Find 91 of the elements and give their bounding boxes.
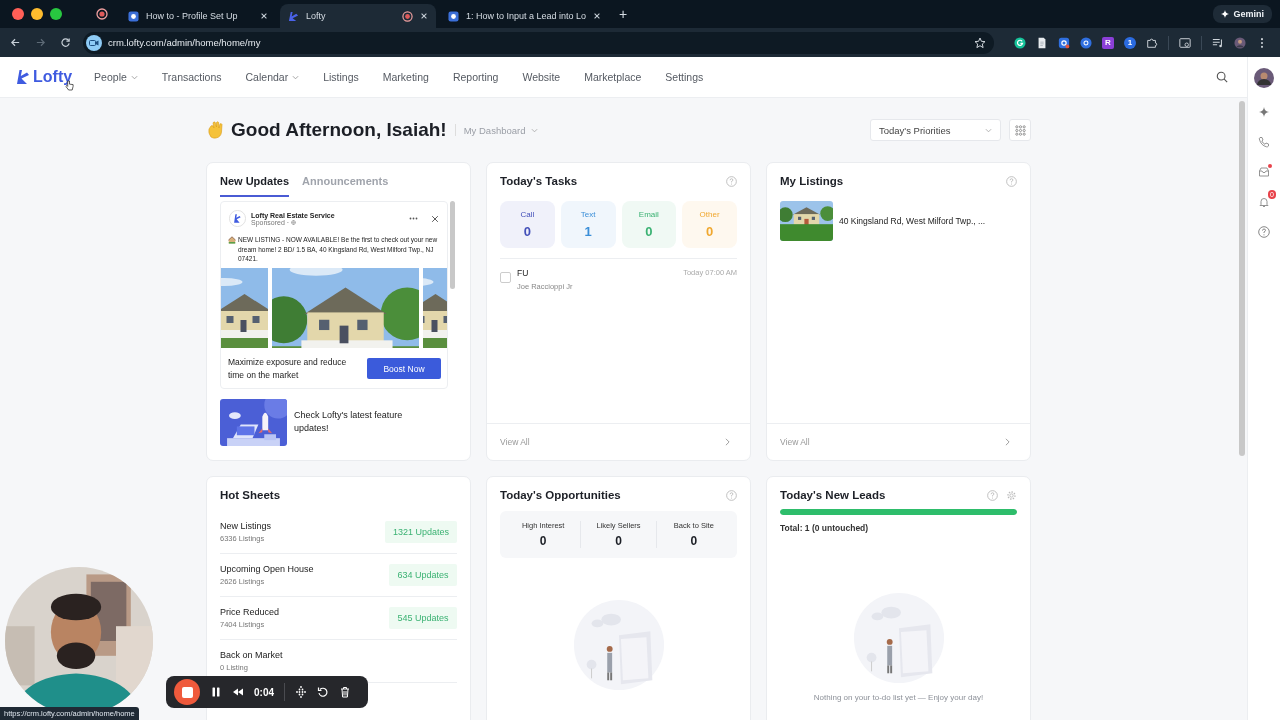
hot-sheet-name[interactable]: Upcoming Open House	[220, 564, 314, 574]
back-icon[interactable]	[10, 37, 21, 48]
card-title: Hot Sheets	[220, 489, 281, 501]
stat-value[interactable]: 0	[615, 534, 622, 548]
empty-state-text: Nothing on your to-do list yet — Enjoy your day!	[812, 693, 985, 702]
nav-menu-item[interactable]: Marketplace	[584, 71, 642, 83]
scrollbar-thumb[interactable]	[1239, 101, 1245, 456]
close-icon[interactable]	[431, 214, 439, 223]
zoom-window-button[interactable]	[50, 8, 62, 20]
user-avatar-icon[interactable]	[1254, 68, 1274, 88]
close-icon[interactable]	[593, 12, 602, 20]
updates-tab[interactable]: New Updates	[220, 173, 290, 197]
recording-time: 0:04	[254, 686, 274, 698]
dot-grid-icon	[1014, 124, 1026, 136]
ad-call-to-action-text: Maximize exposure and reduce time on the market	[228, 355, 348, 382]
greeting-heading: Good Afternoon, Isaiah!	[231, 119, 447, 141]
card-title: Today's Opportunities	[500, 489, 621, 501]
task-title: FU	[517, 268, 530, 278]
address-bar[interactable]: crm.lofty.com/admin/home/home/my	[83, 31, 994, 54]
bookmark-star-icon[interactable]	[974, 36, 986, 49]
trash-icon[interactable]	[339, 686, 351, 698]
extension-icon[interactable]: R	[1102, 36, 1114, 49]
grammar-extension-icon[interactable]	[1014, 36, 1026, 49]
stop-recording-button[interactable]	[174, 679, 200, 705]
scrollbar-thumb[interactable]	[450, 201, 455, 289]
lofty-logo-icon	[288, 10, 299, 22]
browser-tab[interactable]: 1: How to Input a Lead into Lo	[440, 4, 610, 28]
lofty-logo[interactable]: Lofty	[16, 68, 73, 86]
forward-icon[interactable]	[35, 37, 46, 48]
sparkle-icon[interactable]	[1258, 106, 1270, 118]
card-title: My Listings	[780, 175, 844, 187]
nav-menu-item[interactable]: Transactions	[161, 71, 222, 83]
reload-icon[interactable]	[60, 37, 71, 48]
sparkle-icon	[1221, 10, 1230, 18]
new-tab-button[interactable]: +	[613, 6, 634, 22]
close-window-button[interactable]	[12, 8, 24, 20]
feature-updates-text: Check Lofty's latest feature updates!	[294, 409, 404, 435]
browser-tab[interactable]: How to - Profile Set Up	[120, 4, 276, 28]
circle-extension-icon[interactable]	[1080, 36, 1092, 49]
page-logo-icon	[229, 210, 246, 227]
card-title: Today's New Leads	[780, 489, 886, 501]
chevron-down-icon	[531, 127, 539, 133]
site-icon	[448, 10, 459, 22]
bell-icon[interactable]	[1258, 196, 1270, 208]
chevron-down-icon	[985, 127, 992, 133]
phone-icon[interactable]	[1258, 136, 1270, 148]
tab-search-icon[interactable]	[1179, 36, 1191, 49]
gear-extension-icon[interactable]	[1058, 36, 1070, 49]
record-icon[interactable]	[96, 8, 108, 20]
gemini-button[interactable]: Gemini	[1213, 5, 1272, 23]
site-icon	[128, 10, 139, 22]
search-icon[interactable]	[1216, 71, 1228, 83]
profile-avatar-icon[interactable]	[1234, 36, 1246, 49]
waving-hand-icon	[206, 120, 226, 140]
document-extension-icon[interactable]	[1036, 36, 1048, 49]
globe-icon	[291, 219, 297, 225]
inbox-icon[interactable]	[1258, 166, 1270, 178]
camera-icon	[86, 34, 102, 51]
hot-sheet-name[interactable]: Price Reduced	[220, 607, 280, 617]
restart-icon[interactable]	[317, 686, 329, 698]
hot-sheet-name[interactable]: Back on Market	[220, 650, 283, 660]
house-icon	[228, 236, 236, 244]
media-control-icon[interactable]	[1212, 36, 1224, 49]
nav-menu-item[interactable]: Calendar	[245, 71, 300, 83]
chevron-right-icon	[725, 438, 730, 446]
nav-menu-item[interactable]: Settings	[665, 71, 704, 83]
card-title: Today's Tasks	[500, 175, 578, 187]
minimize-window-button[interactable]	[31, 8, 43, 20]
pause-icon[interactable]	[210, 686, 222, 698]
chevron-right-icon	[1005, 438, 1010, 446]
extensions-puzzle-icon[interactable]	[1146, 36, 1158, 49]
leads-total: Total: 1 (0 untouched)	[780, 523, 870, 533]
nav-menu-item[interactable]: People	[94, 71, 138, 83]
hot-sheet-name[interactable]: New Listings	[220, 521, 272, 531]
help-icon[interactable]	[1258, 226, 1270, 238]
task-checkbox[interactable]	[500, 272, 511, 283]
priorities-dropdown[interactable]: Today's Priorities	[870, 119, 1001, 141]
boost-now-button[interactable]: Boost Now	[367, 358, 441, 379]
listing-address[interactable]: 40 Kingsland Rd, West Milford Twp., ...	[839, 216, 986, 226]
stat-value[interactable]: 0	[690, 534, 698, 548]
browser-tab[interactable]: Lofty	[280, 4, 436, 28]
task-count-tile[interactable]: Call 0	[500, 201, 555, 248]
stat-value[interactable]: 0	[539, 534, 547, 548]
nav-menu-item[interactable]: Listings	[323, 71, 359, 83]
more-options-icon[interactable]	[409, 217, 418, 220]
nav-menu-item[interactable]: Reporting	[452, 71, 499, 83]
nav-menu-item[interactable]: Website	[522, 71, 561, 83]
nav-menu-item[interactable]: Marketing	[382, 71, 429, 83]
rewind-icon[interactable]	[232, 686, 244, 698]
dot-grid-icon[interactable]	[295, 686, 307, 698]
extension-icon[interactable]: 1	[1124, 36, 1136, 49]
